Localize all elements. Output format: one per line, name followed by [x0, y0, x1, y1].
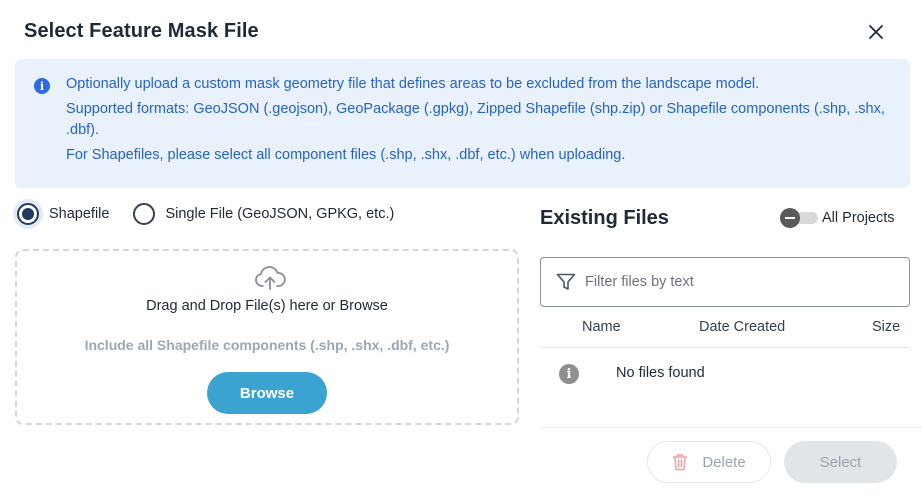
select-feature-mask-dialog: Select Feature Mask File i Optionally up… [0, 0, 922, 500]
cloud-upload-icon [255, 266, 286, 290]
toggle-knob [780, 208, 800, 228]
radio-label-single-file: Single File (GeoJSON, GPKG, etc.) [165, 206, 395, 222]
filter-icon [556, 273, 576, 290]
column-header-date-created[interactable]: Date Created [699, 319, 785, 335]
info-icon: i [559, 364, 579, 384]
select-button[interactable]: Select [784, 441, 897, 483]
browse-button[interactable]: Browse [207, 372, 327, 414]
close-icon[interactable] [862, 18, 890, 46]
all-projects-label: All Projects [822, 210, 895, 226]
info-line-2: Supported formats: GeoJSON (.geojson), G… [66, 101, 885, 138]
dropzone-hint: Include all Shapefile components (.shp, … [84, 337, 450, 353]
radio-option-single-file[interactable]: Single File (GeoJSON, GPKG, etc.) [133, 203, 394, 225]
info-line-3: For Shapefiles, please select all compon… [66, 147, 626, 163]
dropzone-text: Drag and Drop File(s) here or Browse [146, 298, 388, 314]
info-icon: i [34, 78, 50, 94]
column-header-size[interactable]: Size [872, 319, 900, 335]
filter-field[interactable] [540, 257, 910, 307]
files-table-header: Name Date Created Size [540, 308, 910, 348]
info-line-1: Optionally upload a custom mask geometry… [66, 76, 760, 92]
info-banner: i Optionally upload a custom mask geomet… [15, 59, 910, 188]
radio-button-shapefile[interactable] [17, 203, 39, 225]
upload-mode-radio-group: Shapefile Single File (GeoJSON, GPKG, et… [17, 201, 418, 227]
radio-option-shapefile[interactable]: Shapefile [17, 203, 109, 225]
all-projects-toggle[interactable]: All Projects [780, 208, 895, 228]
radio-label-shapefile: Shapefile [49, 206, 110, 222]
toggle-switch[interactable] [780, 208, 818, 228]
trash-icon [673, 454, 688, 471]
file-dropzone[interactable]: Drag and Drop File(s) here or Browse Inc… [15, 249, 519, 425]
dialog-title: Select Feature Mask File [24, 20, 259, 42]
filter-input[interactable] [585, 274, 885, 290]
column-header-name[interactable]: Name [582, 319, 621, 335]
delete-button[interactable]: Delete [647, 441, 771, 483]
empty-text: No files found [616, 365, 705, 381]
radio-button-single-file[interactable] [133, 203, 156, 225]
info-text: Optionally upload a custom mask geometry… [66, 74, 891, 170]
empty-table-row: i No files found [540, 350, 910, 396]
existing-files-title: Existing Files [540, 207, 669, 229]
divider [540, 427, 922, 428]
delete-label: Delete [702, 453, 746, 471]
